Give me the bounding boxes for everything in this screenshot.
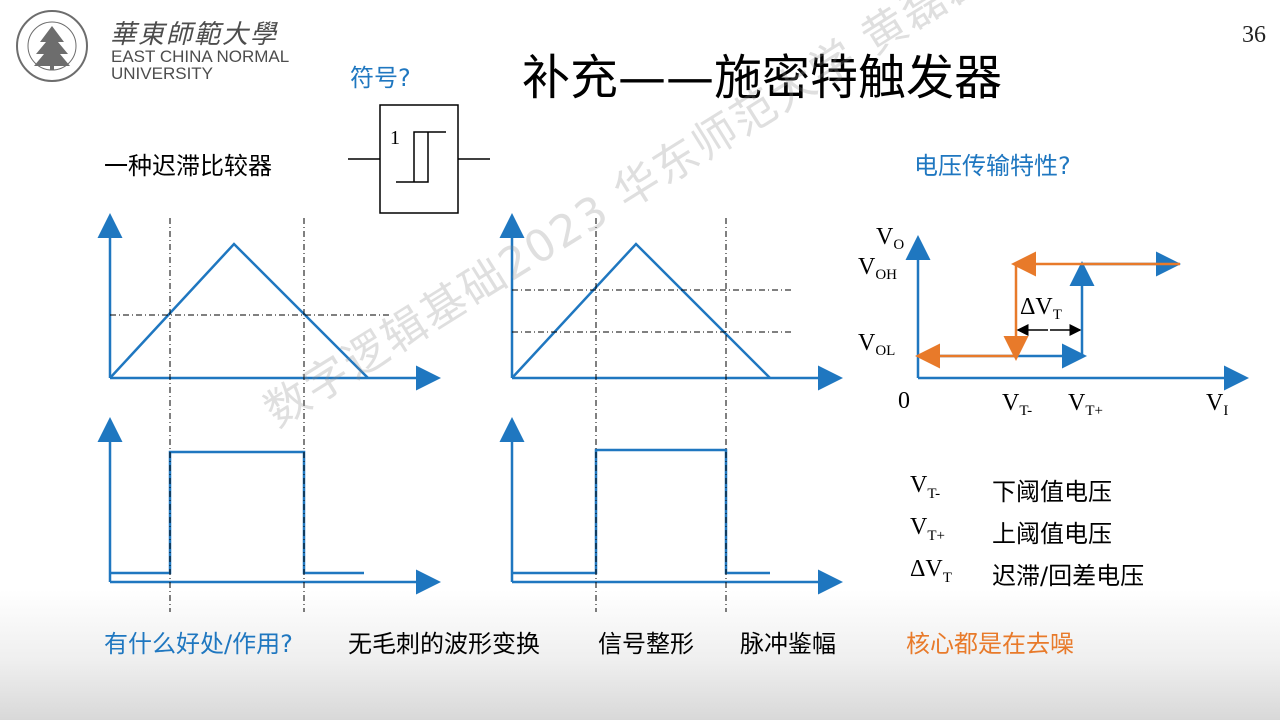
svg-text:VO: VO — [876, 224, 904, 253]
svg-text:VT+: VT+ — [1068, 390, 1103, 419]
legend-row-vt-minus: VT- 下阈值电压 — [910, 472, 1112, 506]
svg-text:VT-: VT- — [1002, 390, 1032, 419]
threshold-legend: VT- 下阈值电压 VT+ 上阈值电压 ΔVT 迟滞/回差电压 — [910, 472, 1210, 598]
vol-label: V — [858, 330, 876, 356]
waveform-diagrams — [97, 213, 843, 612]
square-output-dual-threshold — [499, 417, 843, 595]
svg-text:VOL: VOL — [858, 330, 895, 359]
legend-row-delta-vt: ΔVT 迟滞/回差电压 — [910, 556, 1145, 590]
conclusion-text: 核心都是在去噪 — [906, 630, 1074, 658]
triangle-input-single-threshold — [97, 213, 441, 391]
vt-minus-label: V — [1002, 390, 1020, 416]
legend-row-vt-plus: VT+ 上阈值电压 — [910, 514, 1112, 548]
benefit-item-shaping: 信号整形 — [598, 630, 694, 658]
legend-desc-vt-minus: 下阈值电压 — [992, 478, 1112, 506]
legend-desc-vt-plus: 上阈值电压 — [992, 520, 1112, 548]
benefit-item-amplitude: 脉冲鉴幅 — [740, 630, 836, 658]
svg-text:ΔVT: ΔVT — [1020, 294, 1062, 323]
page-number: 36 — [1242, 22, 1266, 48]
square-output-single-threshold — [97, 417, 441, 595]
vt-plus-label: V — [1068, 390, 1086, 416]
vtc-question: 电压传输特性? — [914, 152, 1071, 180]
voltage-transfer-characteristic: ΔVT VO VOH VOL 0 VT- VT+ VI — [858, 224, 1249, 419]
svg-text:VOH: VOH — [858, 254, 897, 283]
benefit-question: 有什么好处/作用? — [104, 630, 293, 658]
voh-label: V — [858, 254, 876, 280]
vo-label: V — [876, 224, 894, 250]
svg-text:VI: VI — [1206, 390, 1228, 419]
triangle-input-dual-threshold — [499, 213, 843, 391]
legend-desc-delta-vt: 迟滞/回差电压 — [992, 562, 1145, 590]
origin-label: 0 — [898, 388, 910, 414]
vi-label: V — [1206, 390, 1224, 416]
benefit-item-waveform: 无毛刺的波形变换 — [348, 630, 540, 658]
